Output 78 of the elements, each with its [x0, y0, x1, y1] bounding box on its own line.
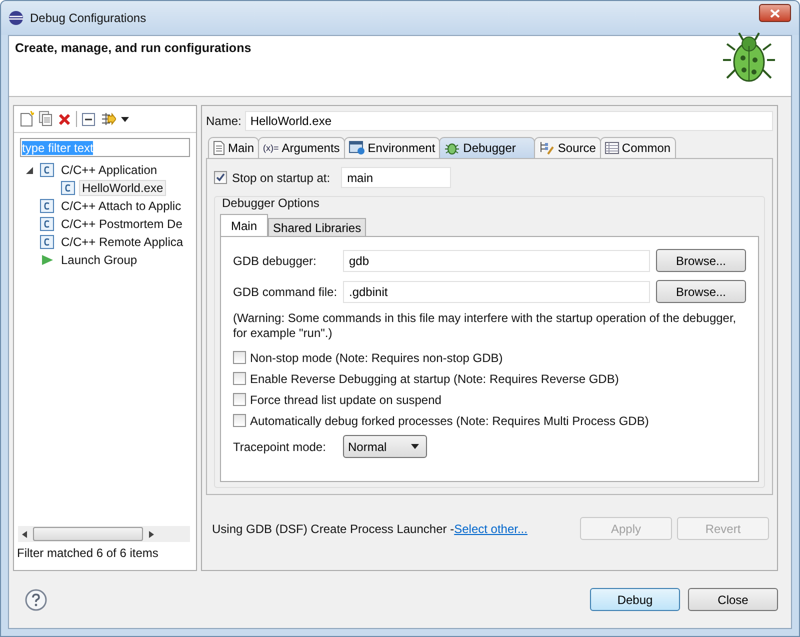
- left-arrow-icon[interactable]: [22, 530, 27, 538]
- expand-arrow-icon[interactable]: [26, 166, 33, 174]
- c-file-icon: [61, 181, 75, 195]
- copy-icon: [39, 111, 53, 127]
- filter-arrows-icon: [100, 111, 116, 127]
- eclipse-logo-icon: [8, 10, 24, 26]
- stop-on-startup-label: Stop on startup at:: [232, 170, 330, 184]
- filter-status: Filter matched 6 of 6 items: [16, 546, 160, 562]
- scroll-thumb[interactable]: [33, 527, 143, 541]
- delete-icon: [58, 112, 71, 126]
- option-label: Force thread list update on suspend: [250, 392, 442, 406]
- checkbox[interactable]: [214, 171, 227, 184]
- tab[interactable]: Common: [600, 137, 676, 158]
- dialog-button[interactable]: Debug: [590, 588, 680, 611]
- header-title: Create, manage, and run configurations: [15, 41, 252, 57]
- checkbox[interactable]: [233, 393, 246, 406]
- tree-item[interactable]: C/C++ Attach to Applic: [58, 198, 184, 214]
- tab[interactable]: Main: [220, 214, 268, 236]
- checkbox[interactable]: [233, 414, 246, 427]
- name-label: Name:: [206, 114, 242, 128]
- delete-button[interactable]: [58, 112, 71, 126]
- option-label: Automatically debug forked processes (Note: Requires Multi Process GDB): [250, 414, 649, 428]
- select-other-link[interactable]: Select other...: [454, 522, 528, 536]
- field-label: GDB command file:: [233, 284, 338, 298]
- input-field[interactable]: .gdbinit: [343, 280, 650, 302]
- checkbox[interactable]: [233, 372, 246, 385]
- variable-icon: (x)=: [263, 143, 279, 153]
- dropdown-button[interactable]: [121, 116, 129, 122]
- close-icon: [770, 8, 780, 18]
- tab[interactable]: Debugger: [439, 137, 535, 158]
- browse-button[interactable]: Browse...: [656, 280, 746, 303]
- dialog-button[interactable]: Close: [688, 588, 778, 611]
- input-field[interactable]: gdb: [343, 250, 650, 272]
- tab[interactable]: Shared Libraries: [268, 218, 366, 236]
- bug-icon: [444, 141, 460, 155]
- c-file-icon: [40, 163, 54, 177]
- c-file-icon: [40, 199, 54, 213]
- browse-button[interactable]: Browse...: [656, 249, 746, 272]
- table-icon: [604, 142, 619, 154]
- tree-item[interactable]: Launch Group: [58, 252, 140, 268]
- duplicate-button[interactable]: [39, 111, 53, 127]
- source-tree-icon: [538, 141, 555, 155]
- tracepoint-dropdown[interactable]: Normal: [343, 435, 427, 458]
- new-file-icon: [20, 111, 34, 127]
- c-file-icon: [40, 235, 54, 249]
- tab[interactable]: (x)= Arguments: [258, 137, 345, 158]
- group-title: Debugger Options: [222, 196, 320, 210]
- document-icon: [213, 141, 225, 155]
- new-configuration-button[interactable]: [20, 111, 34, 127]
- tab[interactable]: Source: [534, 137, 601, 158]
- tree-item[interactable]: C/C++ Postmortem De: [58, 216, 186, 232]
- window-title: Debug Configurations: [30, 11, 146, 25]
- tree-item[interactable]: C/C++ Remote Applica: [58, 234, 186, 250]
- field-label: GDB debugger:: [233, 254, 318, 268]
- option-label: Enable Reverse Debugging at startup (Note: Requires Reverse GDB): [250, 372, 619, 386]
- close-button[interactable]: [759, 4, 791, 22]
- horizontal-scrollbar[interactable]: [18, 526, 190, 542]
- window-icon: [348, 141, 365, 155]
- tracepoint-label: Tracepoint mode:: [233, 440, 327, 454]
- launcher-text: Using GDB (DSF) Create Process Launcher -: [212, 522, 454, 536]
- stop-function-field[interactable]: main: [341, 167, 452, 188]
- name-field[interactable]: HelloWorld.exe: [245, 111, 773, 131]
- right-arrow-icon[interactable]: [149, 530, 154, 538]
- option-label: Non-stop mode (Note: Requires non-stop GDB): [250, 350, 503, 364]
- c-file-icon: [40, 217, 54, 231]
- caret-icon: [411, 444, 419, 449]
- collapse-icon: [82, 112, 95, 126]
- play-icon: [40, 253, 54, 267]
- tab[interactable]: Main: [208, 137, 260, 158]
- filter-button[interactable]: [100, 111, 116, 127]
- collapse-all-button[interactable]: [82, 112, 95, 126]
- caret-icon: [121, 116, 129, 122]
- tab[interactable]: Environment: [344, 137, 440, 158]
- tree-item[interactable]: C/C++ Application: [58, 162, 160, 178]
- help-icon[interactable]: [25, 588, 47, 610]
- warning-text: (Warning: Some commands in this file may interfere with the startup operation of the debugger, for example "run".): [233, 311, 738, 341]
- tree-item[interactable]: HelloWorld.exe: [79, 180, 166, 196]
- checkbox[interactable]: [233, 351, 246, 364]
